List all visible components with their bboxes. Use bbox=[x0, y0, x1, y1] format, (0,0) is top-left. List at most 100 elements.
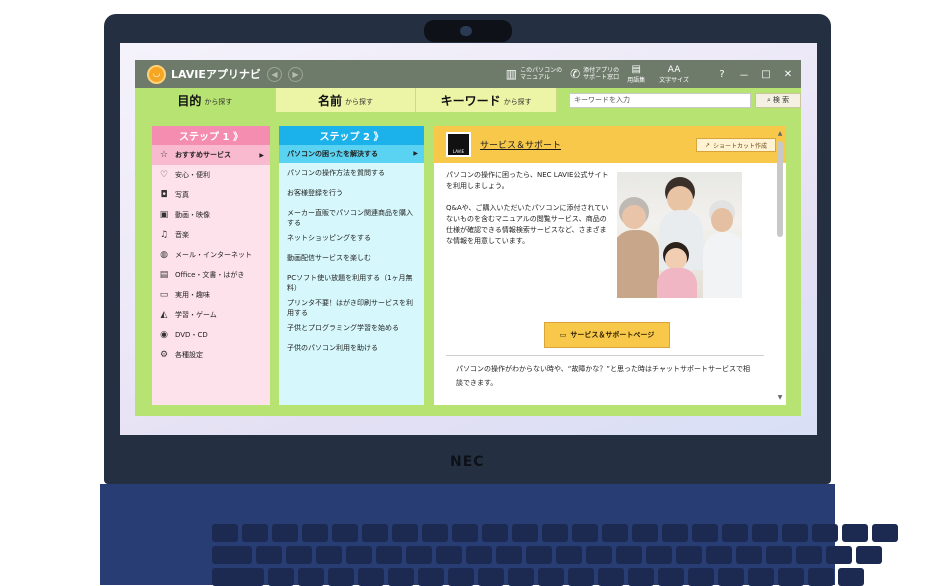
detail-header: LAVIE サービス＆サポート ↗ ショートカット作成 bbox=[434, 126, 786, 163]
keyboard-row bbox=[212, 546, 882, 564]
lavie-service-icon: LAVIE bbox=[446, 132, 471, 157]
search-icon: ⌕ bbox=[766, 95, 771, 104]
detail-scrollbar[interactable]: ▲ ▼ bbox=[776, 130, 784, 401]
category-item[interactable]: ▭ 実用・趣味 bbox=[152, 285, 270, 305]
manual-label: このパソコンの マニュアル bbox=[520, 67, 563, 81]
service-item[interactable]: パソコンの操作方法を質問する bbox=[279, 163, 424, 183]
category-label: 音楽 bbox=[175, 231, 189, 239]
app-title: LAVIEアプリナビ bbox=[171, 68, 261, 81]
service-label: ネットショッピングをする bbox=[287, 234, 371, 242]
family-photo bbox=[617, 172, 742, 298]
font-size-button[interactable]: AA 文字サイズ bbox=[659, 65, 689, 84]
app-logo: ◡ LAVIEアプリナビ bbox=[147, 64, 261, 84]
detail-paragraph-3: パソコンの操作がわからない時や、“故障かな？”と思った時はチャットサポートサービ… bbox=[456, 365, 750, 387]
maximize-button[interactable]: □ bbox=[759, 69, 773, 80]
tab-sublabel: から探す bbox=[345, 97, 374, 106]
tab-name[interactable]: 名前 から探す bbox=[275, 88, 417, 112]
category-item[interactable]: ◉ DVD・CD bbox=[152, 325, 270, 345]
service-item[interactable]: 動画配信サービスを楽しむ bbox=[279, 248, 424, 268]
category-label: 写真 bbox=[175, 191, 189, 199]
close-button[interactable]: ✕ bbox=[781, 69, 795, 80]
scroll-up-icon[interactable]: ▲ bbox=[776, 130, 784, 137]
service-label: PCソフト使い放題を利用する（1ヶ月無料） bbox=[287, 274, 413, 292]
service-item[interactable]: ネットショッピングをする bbox=[279, 228, 424, 248]
back-arrow-icon[interactable]: ◀ bbox=[266, 66, 282, 82]
category-label: 学習・ゲーム bbox=[175, 311, 217, 319]
service-label: プリンタ不要！はがき印刷サービスを利用する bbox=[287, 299, 413, 317]
minimize-button[interactable]: － bbox=[737, 67, 751, 82]
detail-paragraph-1: パソコンの操作に困ったら、NEC LAVIE公式サイトを利用しましょう。 bbox=[446, 171, 609, 190]
monitor-icon: ▭ bbox=[559, 331, 567, 339]
step1-category-list: ステップ 1 》 ☆ おすすめサービス ▶ ♡ 安心・便利 ◘ 写真 ▣ 動画・映像 ♫ 音楽 ◍ メー… bbox=[152, 126, 270, 405]
page-button-label: サービス＆サポートページ bbox=[570, 331, 655, 339]
font-size-label: 文字サイズ bbox=[659, 76, 689, 84]
category-icon: ▤ bbox=[159, 270, 169, 280]
service-item[interactable]: メーカー直販でパソコン関連商品を購入する bbox=[279, 203, 424, 228]
service-support-page-button[interactable]: ▭ サービス＆サポートページ bbox=[544, 322, 670, 348]
category-label: Office・文書・はがき bbox=[175, 271, 245, 279]
selected-arrow-icon: ▶ bbox=[259, 151, 264, 159]
glossary-icon: ▤ bbox=[631, 64, 641, 75]
tab-sublabel: から探す bbox=[204, 97, 233, 106]
category-icon: ▣ bbox=[159, 210, 169, 220]
category-item[interactable]: ▣ 動画・映像 bbox=[152, 205, 270, 225]
service-item[interactable]: 子供のパソコン利用を助ける bbox=[279, 338, 424, 358]
scroll-down-icon[interactable]: ▼ bbox=[776, 394, 784, 401]
service-label: 子供のパソコン利用を助ける bbox=[287, 344, 378, 352]
service-detail-panel: LAVIE サービス＆サポート ↗ ショートカット作成 パソコンの操作に困ったら… bbox=[434, 126, 786, 405]
phone-icon: ✆ bbox=[570, 66, 581, 81]
help-button[interactable]: ? bbox=[715, 69, 729, 80]
category-label: メール・インターネット bbox=[175, 251, 252, 259]
service-item[interactable]: プリンタ不要！はがき印刷サービスを利用する bbox=[279, 293, 424, 318]
forward-arrow-icon[interactable]: ▶ bbox=[287, 66, 303, 82]
tab-keyword[interactable]: キーワード から探す bbox=[416, 88, 558, 112]
category-label: 動画・映像 bbox=[175, 211, 210, 219]
service-label: メーカー直販でパソコン関連商品を購入する bbox=[287, 209, 413, 227]
manual-button[interactable]: ▥ このパソコンの マニュアル bbox=[506, 67, 562, 81]
category-item[interactable]: ◘ 写真 bbox=[152, 185, 270, 205]
shortcut-arrow-icon: ↗ bbox=[704, 141, 710, 149]
keyboard-row bbox=[212, 568, 864, 586]
keyword-search-input[interactable]: キーワードを入力 bbox=[569, 92, 752, 108]
category-item[interactable]: ♫ 音楽 bbox=[152, 225, 270, 245]
service-item[interactable]: お客様登録を行う bbox=[279, 183, 424, 203]
search-button-label: 検 索 bbox=[772, 96, 790, 104]
service-label: お客様登録を行う bbox=[287, 189, 343, 197]
detail-title[interactable]: サービス＆サポート bbox=[480, 138, 561, 151]
category-icon: ☆ bbox=[159, 150, 169, 160]
service-icon-label: LAVIE bbox=[452, 149, 465, 154]
search-button[interactable]: ⌕ 検 索 bbox=[755, 92, 802, 108]
glossary-button[interactable]: ▤ 用語集 bbox=[627, 64, 645, 84]
category-item[interactable]: ☆ おすすめサービス ▶ bbox=[152, 145, 270, 165]
webcam-icon bbox=[460, 26, 472, 36]
category-item[interactable]: ♡ 安心・便利 bbox=[152, 165, 270, 185]
search-area: キーワードを入力 ⌕ 検 索 bbox=[557, 88, 802, 112]
category-item[interactable]: ◭ 学習・ゲーム bbox=[152, 305, 270, 325]
keyboard-row bbox=[212, 524, 898, 542]
service-label: パソコンの困ったを解決する bbox=[287, 150, 378, 158]
tab-purpose[interactable]: 目的 から探す bbox=[135, 88, 276, 112]
category-icon: ♡ bbox=[159, 170, 169, 180]
step1-header: ステップ 1 》 bbox=[152, 126, 270, 145]
service-label: パソコンの操作方法を質問する bbox=[287, 169, 385, 177]
title-bar: ◡ LAVIEアプリナビ ◀ ▶ ▥ このパソコンの マニュアル ✆ 添付アプリ… bbox=[135, 60, 801, 88]
create-shortcut-button[interactable]: ↗ ショートカット作成 bbox=[695, 138, 776, 152]
glossary-label: 用語集 bbox=[627, 77, 646, 84]
service-item[interactable]: 子供とプログラミング学習を始める bbox=[279, 318, 424, 338]
toolbar: ▥ このパソコンの マニュアル ✆ 添付アプリの サポート窓口 ▤ 用語集 AA… bbox=[506, 60, 795, 88]
laptop-keyboard-deck bbox=[100, 484, 898, 586]
category-label: 安心・便利 bbox=[175, 171, 210, 179]
font-size-icon: AA bbox=[667, 64, 681, 75]
service-item[interactable]: パソコンの困ったを解決する ▶ bbox=[279, 145, 424, 163]
service-item[interactable]: PCソフト使い放題を利用する（1ヶ月無料） bbox=[279, 268, 424, 293]
category-label: おすすめサービス bbox=[175, 151, 231, 159]
tab-label: 名前 bbox=[318, 93, 343, 108]
category-item[interactable]: ▤ Office・文書・はがき bbox=[152, 265, 270, 285]
book-icon: ▥ bbox=[505, 66, 518, 81]
category-item[interactable]: ⚙ 各種設定 bbox=[152, 345, 270, 365]
category-item[interactable]: ◍ メール・インターネット bbox=[152, 245, 270, 265]
service-label: 子供とプログラミング学習を始める bbox=[287, 324, 399, 332]
divider bbox=[446, 355, 764, 356]
scroll-thumb[interactable] bbox=[777, 141, 783, 237]
support-button[interactable]: ✆ 添付アプリの サポート窓口 bbox=[570, 67, 619, 81]
